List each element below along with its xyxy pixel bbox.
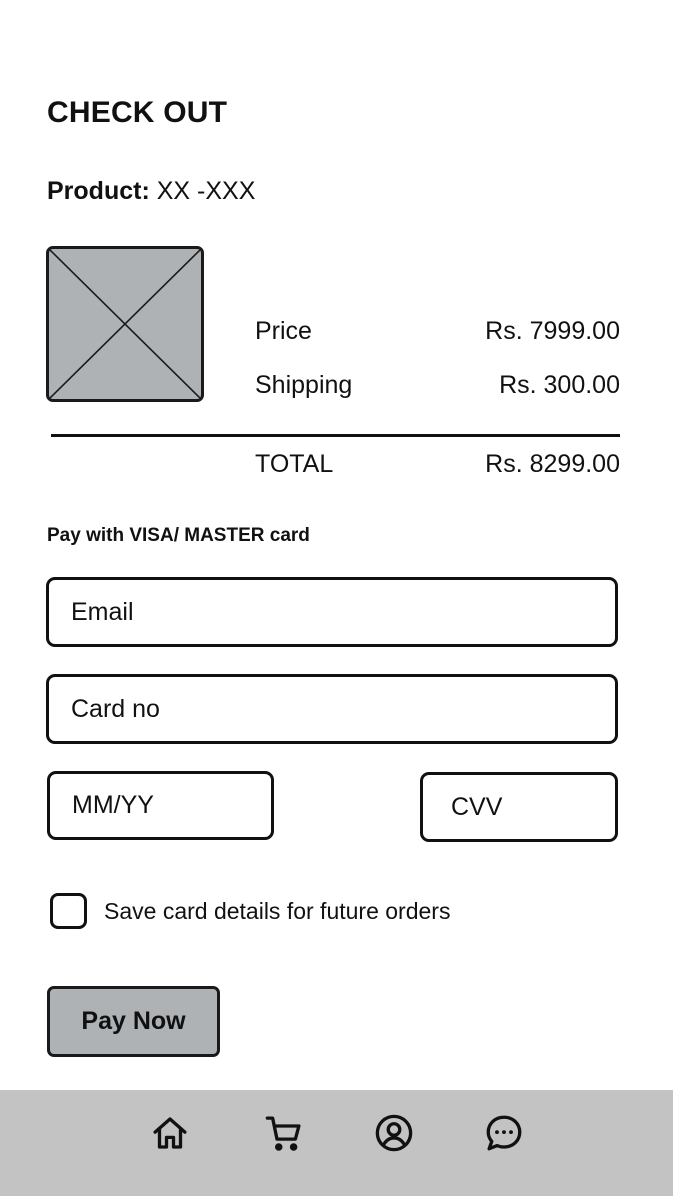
card-number-placeholder: Card no [71, 694, 160, 723]
product-image-placeholder [46, 246, 204, 402]
expiry-field[interactable]: MM/YY [47, 771, 274, 840]
shipping-value: Rs. 300.00 [499, 371, 620, 399]
product-name: XX -XXX [156, 177, 256, 205]
save-card-row: Save card details for future orders [50, 893, 450, 929]
profile-icon [375, 1114, 413, 1152]
total-label: TOTAL [255, 450, 334, 478]
nav-chat[interactable] [481, 1110, 527, 1156]
product-label: Product: [47, 177, 150, 205]
page-title: CHECK OUT [47, 96, 228, 129]
card-number-field[interactable]: Card no [46, 674, 618, 744]
save-card-checkbox[interactable] [50, 893, 87, 929]
nav-profile[interactable] [371, 1110, 417, 1156]
price-row: Price Rs. 7999.00 [255, 317, 620, 346]
image-placeholder-icon [49, 249, 201, 399]
price-value: Rs. 7999.00 [485, 317, 620, 345]
bottom-navigation [0, 1090, 673, 1196]
shipping-row: Shipping Rs. 300.00 [255, 371, 620, 400]
cart-icon [265, 1116, 301, 1151]
cvv-placeholder: CVV [451, 792, 503, 821]
pay-now-button[interactable]: Pay Now [47, 986, 220, 1057]
cvv-field[interactable]: CVV [420, 772, 618, 842]
home-icon [153, 1117, 187, 1149]
product-line: Product: XX -XXX [47, 177, 255, 206]
email-field[interactable]: Email [46, 577, 618, 647]
checkout-screen: CHECK OUT Product: XX -XXX Price Rs. 799… [0, 0, 673, 1196]
nav-cart[interactable] [261, 1110, 307, 1156]
nav-home[interactable] [147, 1110, 193, 1156]
expiry-placeholder: MM/YY [72, 791, 154, 819]
shipping-label: Shipping [255, 371, 353, 399]
email-placeholder: Email [71, 597, 134, 626]
summary-divider [51, 434, 620, 437]
payment-heading: Pay with VISA/ MASTER card [47, 525, 310, 546]
total-row: TOTAL Rs. 8299.00 [255, 450, 620, 479]
save-card-label[interactable]: Save card details for future orders [104, 898, 450, 925]
price-label: Price [255, 317, 312, 345]
total-value: Rs. 8299.00 [485, 450, 620, 478]
chat-icon [486, 1115, 522, 1151]
